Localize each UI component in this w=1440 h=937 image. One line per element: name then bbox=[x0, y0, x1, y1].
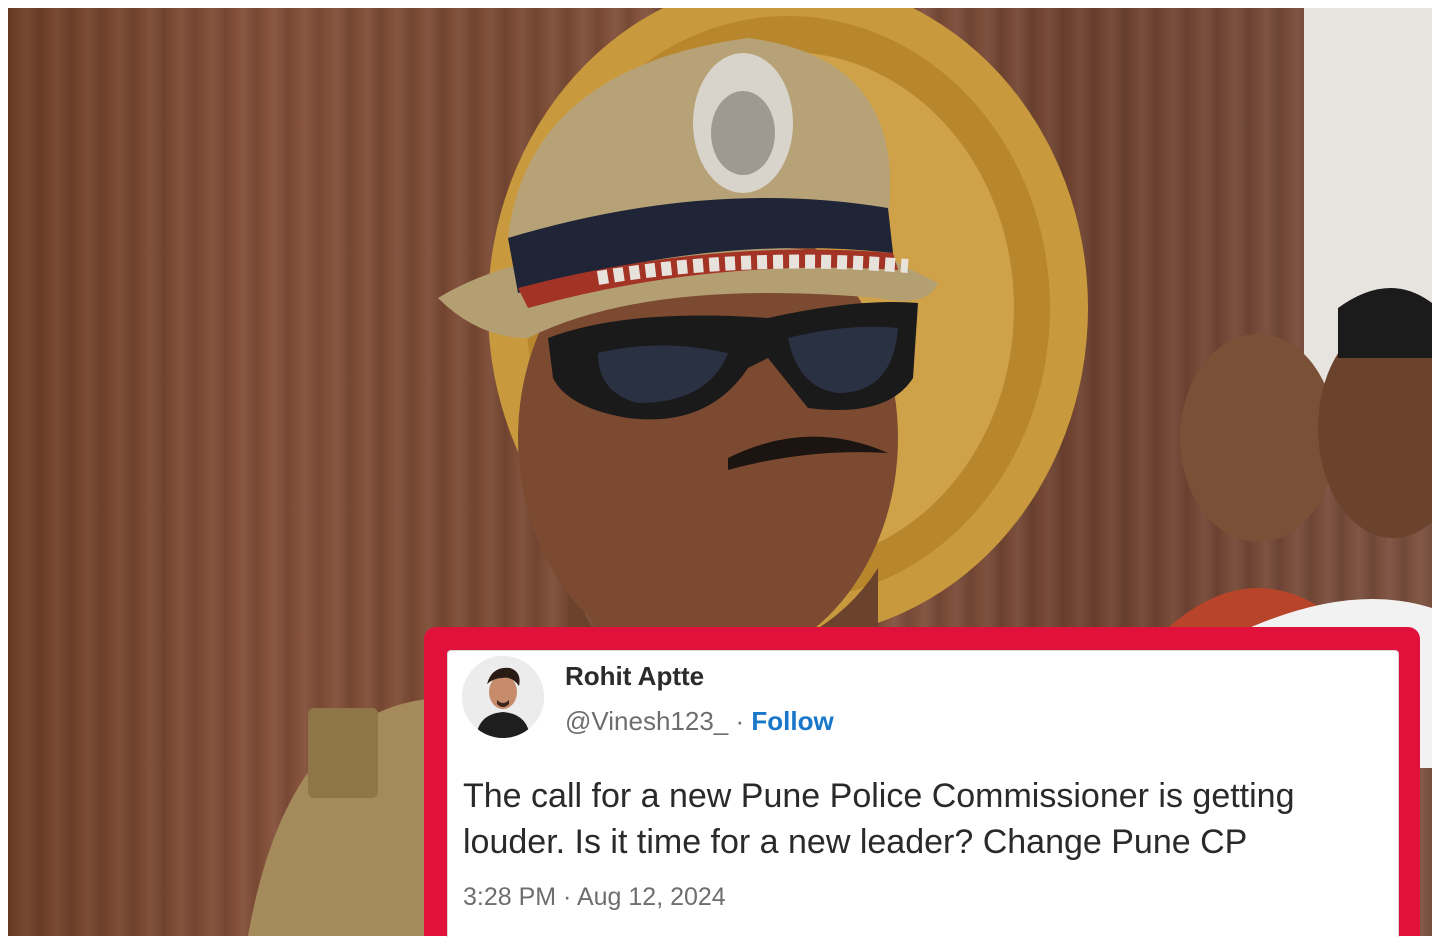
tweet-date: Aug 12, 2024 bbox=[576, 883, 726, 911]
avatar-image bbox=[462, 656, 544, 738]
follow-button[interactable]: Follow bbox=[751, 706, 833, 736]
image-frame: Rohit Aptte @Vinesh123_ · Follow The cal… bbox=[0, 0, 1440, 937]
tweet-handle-row: @Vinesh123_ · Follow bbox=[565, 706, 834, 737]
background-person-1 bbox=[1180, 334, 1336, 542]
tweet-timestamp[interactable]: 3:28 PM · Aug 12, 2024 bbox=[463, 883, 726, 912]
tweet-handle[interactable]: @Vinesh123_ bbox=[565, 706, 728, 736]
tweet-text: The call for a new Pune Police Commissio… bbox=[463, 777, 1295, 861]
time-separator: · bbox=[556, 883, 577, 911]
handle-separator: · bbox=[728, 706, 752, 736]
profile-avatar-icon[interactable] bbox=[462, 656, 544, 738]
tweet-time: 3:28 PM bbox=[463, 883, 557, 911]
tweet-author-name[interactable]: Rohit Aptte bbox=[565, 661, 704, 692]
